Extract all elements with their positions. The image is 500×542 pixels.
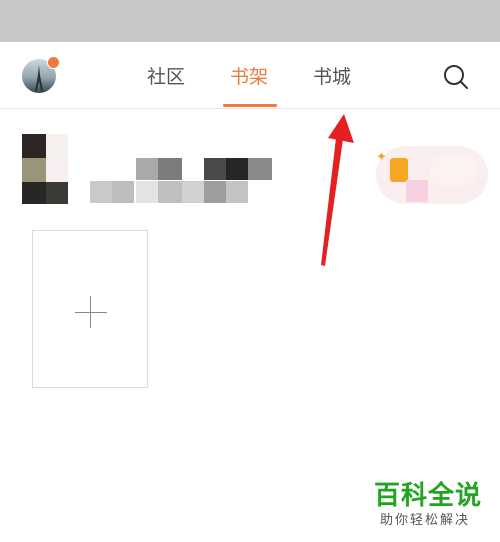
watermark-subtitle: 助你轻松解决: [380, 513, 471, 528]
active-tab-indicator: [223, 104, 277, 107]
tab-bookshelf[interactable]: 书架: [219, 62, 279, 92]
eiffel-tower-icon: [35, 65, 43, 91]
tab-bookstore[interactable]: 书城: [302, 62, 362, 92]
promo-banner[interactable]: [376, 146, 488, 204]
plus-icon: [75, 312, 107, 313]
watermark-title: 百科全说: [374, 481, 483, 511]
notification-dot: [47, 56, 60, 69]
search-icon[interactable]: [441, 62, 471, 92]
add-book-button[interactable]: [32, 230, 148, 388]
tab-community[interactable]: 社区: [136, 62, 196, 92]
promo-icon: [390, 158, 408, 182]
status-bar: [0, 0, 500, 42]
top-nav: 社区 书架 书城: [0, 42, 500, 109]
sparkle-icon: ✦: [376, 150, 387, 165]
annotation-arrow: [321, 114, 354, 266]
